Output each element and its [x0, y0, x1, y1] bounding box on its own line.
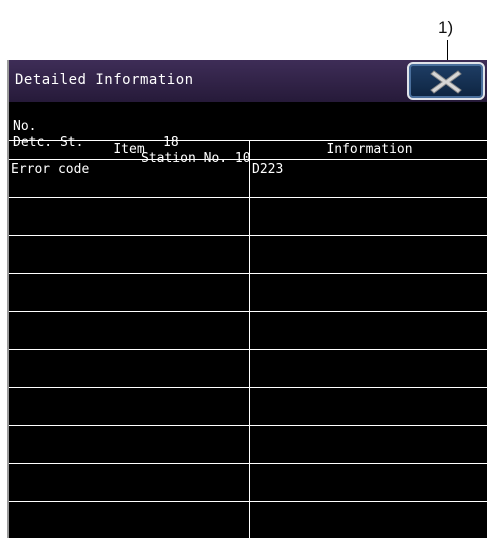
table-row	[9, 274, 487, 312]
table-row	[9, 350, 487, 388]
table-row	[9, 464, 487, 502]
column-header-information: Information	[326, 142, 413, 157]
station-info: No. 18 Detc. St. Station No. 10	[9, 102, 487, 166]
window-title: Detailed Information	[15, 72, 194, 88]
close-x-icon	[430, 70, 462, 94]
figure: 1) Detailed Information No. 18 Detc. St.…	[0, 0, 487, 538]
callout-label: 1)	[438, 18, 454, 37]
table-header: Item Information	[9, 140, 487, 160]
table-row	[9, 312, 487, 350]
table-row	[9, 198, 487, 236]
close-button[interactable]	[407, 62, 485, 100]
detail-table: Item Information Error code D223	[9, 140, 487, 538]
column-divider	[249, 140, 250, 538]
table-row	[9, 426, 487, 464]
table-row: Error code D223	[9, 160, 487, 198]
detailed-information-window: Detailed Information No. 18 Detc. St. St…	[7, 60, 487, 538]
column-header-item: Item	[113, 142, 145, 157]
table-row	[9, 388, 487, 426]
title-bar: Detailed Information	[9, 60, 487, 102]
table-row	[9, 236, 487, 274]
info-row-detc-st: Detc. St. Station No. 10	[13, 119, 251, 166]
cell-information: D223	[252, 162, 284, 177]
cell-item: Error code	[11, 162, 90, 177]
table-row	[9, 502, 487, 538]
info-row-no: No. 18	[13, 103, 179, 150]
